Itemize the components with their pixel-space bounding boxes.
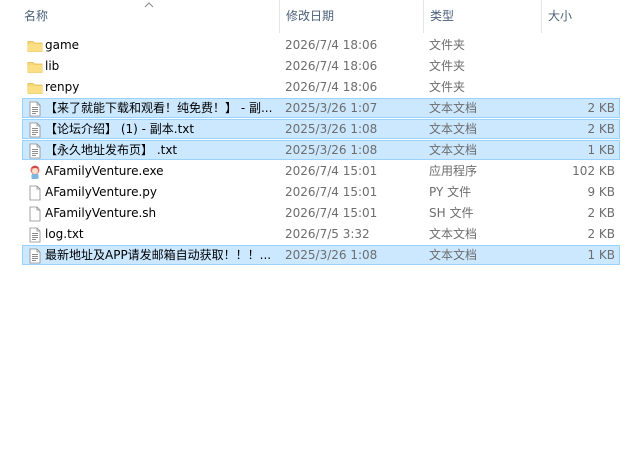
file-name: AFamilyVenture.py <box>45 185 157 199</box>
file-size: 2 KB <box>587 101 615 115</box>
file-type: 文本文档 <box>429 227 478 241</box>
file-date: 2025/3/26 1:08 <box>285 122 378 136</box>
text-file-icon <box>27 101 43 117</box>
file-type: 文本文档 <box>429 143 478 157</box>
file-row[interactable]: game 2026/7/4 18:06 文件夹 <box>22 35 620 55</box>
file-size: 2 KB <box>587 227 615 241</box>
file-type: 文本文档 <box>429 122 478 136</box>
file-date: 2025/3/26 1:07 <box>285 101 378 115</box>
file-size: 102 KB <box>572 164 615 178</box>
app-icon <box>27 164 43 180</box>
file-name: 【永久地址发布页】 .txt <box>45 143 178 157</box>
column-header-bar: 名称 修改日期 类型 大小 <box>0 0 624 33</box>
file-date: 2026/7/5 3:32 <box>285 227 370 241</box>
file-size: 2 KB <box>587 206 615 220</box>
file-date: 2026/7/4 18:06 <box>285 38 378 52</box>
column-header-name[interactable]: 名称 <box>18 0 277 33</box>
file-type: 文件夹 <box>429 59 466 73</box>
file-row[interactable]: AFamilyVenture.sh 2026/7/4 15:01 SH 文件 2 KB <box>22 203 620 223</box>
file-size: 9 KB <box>587 185 615 199</box>
file-date: 2026/7/4 15:01 <box>285 164 378 178</box>
file-type: 文本文档 <box>429 101 478 115</box>
file-date: 2026/7/4 18:06 <box>285 80 378 94</box>
file-row[interactable]: lib 2026/7/4 18:06 文件夹 <box>22 56 620 76</box>
file-name: 最新地址及APP请发邮箱自动获取！！！... <box>45 248 272 262</box>
column-header-type[interactable]: 类型 <box>423 0 541 33</box>
folder-icon <box>27 59 43 75</box>
column-header-date[interactable]: 修改日期 <box>279 0 423 33</box>
file-name: AFamilyVenture.sh <box>45 206 157 220</box>
file-row[interactable]: AFamilyVenture.exe 2026/7/4 15:01 应用程序 102 … <box>22 161 620 181</box>
file-name: lib <box>45 59 60 73</box>
text-file-icon <box>27 122 43 138</box>
file-size <box>543 36 615 54</box>
file-date: 2026/7/4 15:01 <box>285 206 378 220</box>
file-type: 文件夹 <box>429 38 466 52</box>
file-row[interactable]: log.txt 2026/7/5 3:32 文本文档 2 KB <box>22 224 620 244</box>
file-name: log.txt <box>45 227 84 241</box>
blank-file-icon <box>27 185 43 201</box>
file-name: AFamilyVenture.exe <box>45 164 164 178</box>
file-size: 1 KB <box>587 248 615 262</box>
file-type: 文件夹 <box>429 80 466 94</box>
text-file-icon <box>27 227 43 243</box>
file-row[interactable]: 【论坛介绍】 (1) - 副本.txt 2025/3/26 1:08 文本文档 2 K… <box>22 119 620 139</box>
file-row[interactable]: 【来了就能下载和观看！纯免费！】 - 副... 2025/3/26 1:07 文本文… <box>22 98 620 118</box>
blank-file-icon <box>27 206 43 222</box>
file-name: 【来了就能下载和观看！纯免费！】 - 副... <box>45 101 273 115</box>
file-size <box>543 78 615 96</box>
folder-icon <box>27 38 43 54</box>
column-header-size[interactable]: 大小 <box>541 0 624 33</box>
file-size <box>543 57 615 75</box>
file-name: game <box>45 38 80 52</box>
file-row[interactable]: 【永久地址发布页】 .txt 2025/3/26 1:08 文本文档 1 KB <box>22 140 620 160</box>
text-file-icon <box>27 248 43 264</box>
file-type: 应用程序 <box>429 164 478 178</box>
file-date: 2026/7/4 15:01 <box>285 185 378 199</box>
file-name: 【论坛介绍】 (1) - 副本.txt <box>45 122 195 136</box>
folder-icon <box>27 80 43 96</box>
file-row[interactable]: 最新地址及APP请发邮箱自动获取！！！... 2025/3/26 1:08 文本文档… <box>22 245 620 265</box>
file-size: 2 KB <box>587 122 615 136</box>
file-type: PY 文件 <box>429 185 472 199</box>
file-size: 1 KB <box>587 143 615 157</box>
file-row[interactable]: AFamilyVenture.py 2026/7/4 15:01 PY 文件 9 KB <box>22 182 620 202</box>
file-date: 2026/7/4 18:06 <box>285 59 378 73</box>
file-type: SH 文件 <box>429 206 474 220</box>
file-date: 2025/3/26 1:08 <box>285 143 378 157</box>
file-name: renpy <box>45 80 80 94</box>
file-date: 2025/3/26 1:08 <box>285 248 378 262</box>
file-type: 文本文档 <box>429 248 478 262</box>
text-file-icon <box>27 143 43 159</box>
file-row[interactable]: renpy 2026/7/4 18:06 文件夹 <box>22 77 620 97</box>
